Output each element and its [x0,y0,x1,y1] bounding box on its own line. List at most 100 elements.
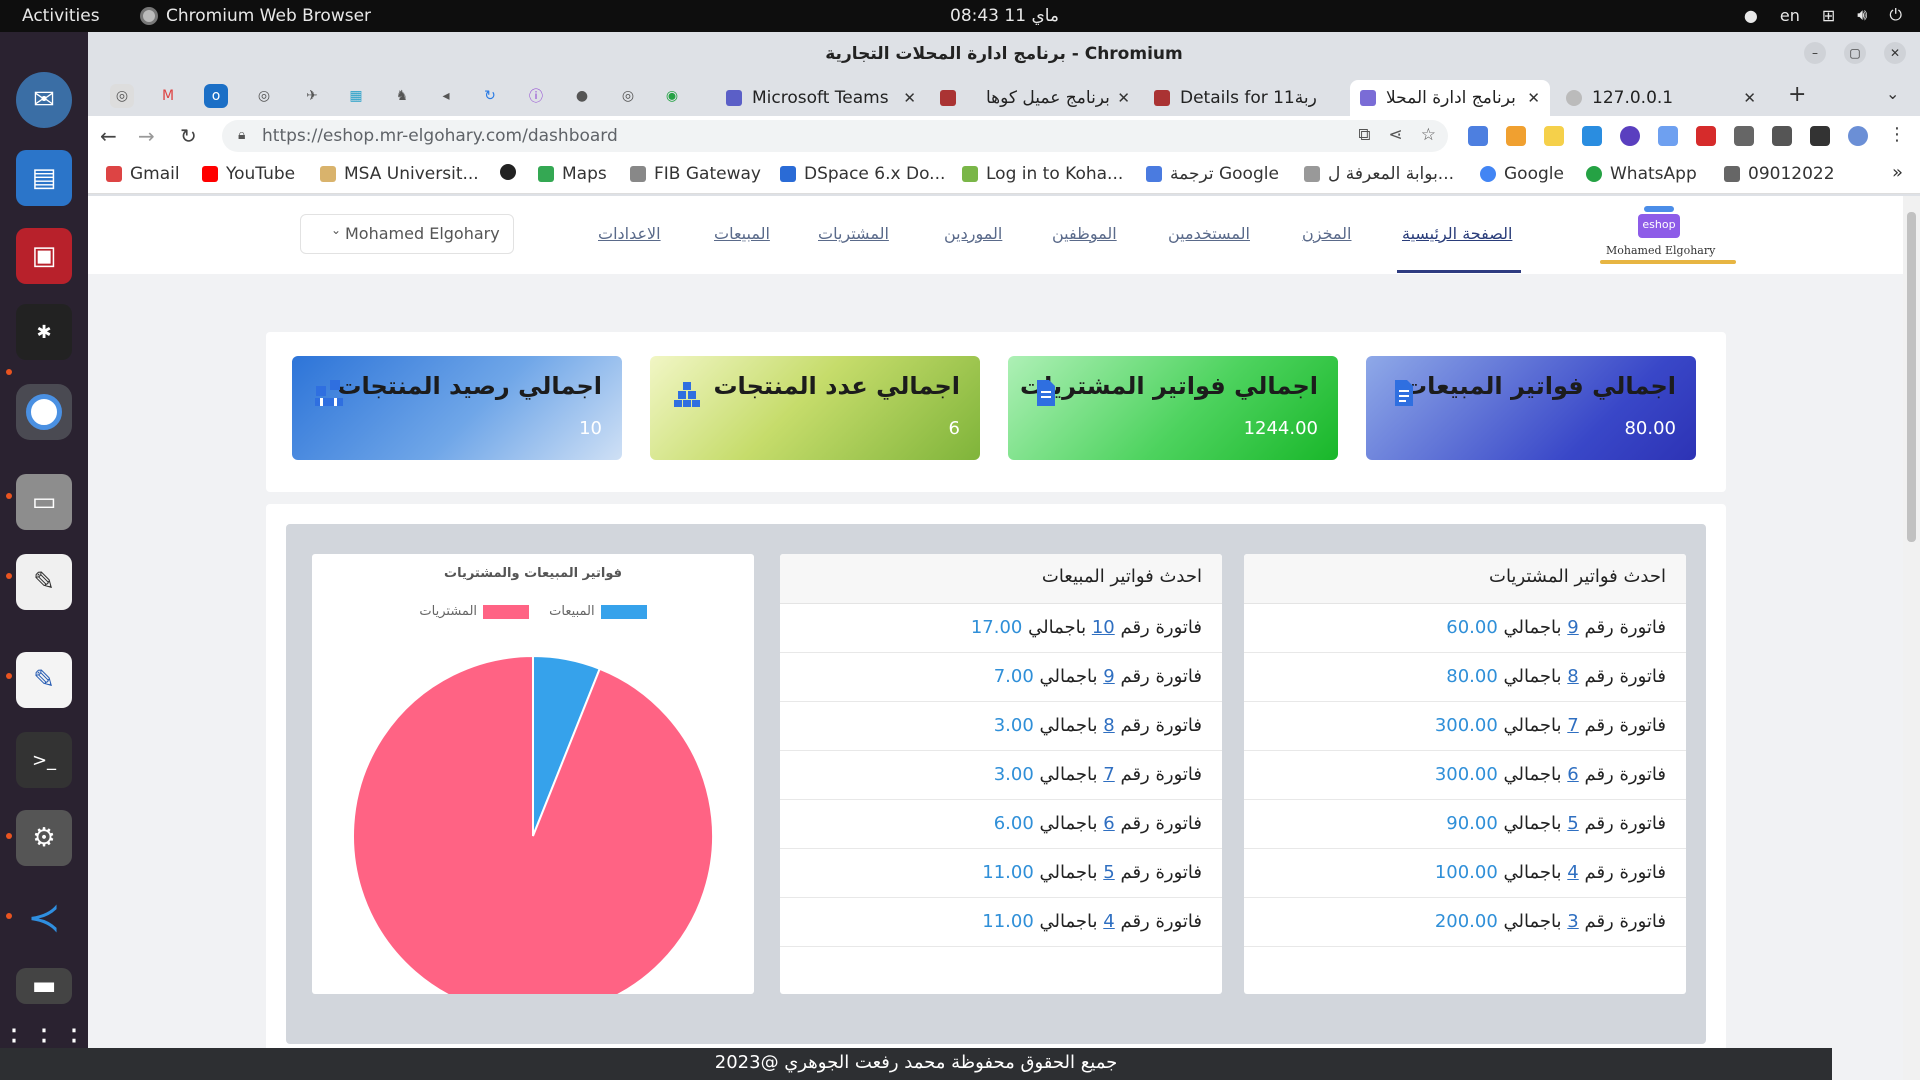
tab-eshop-active[interactable]: برنامج ادارة المحلا ✕ [1350,80,1550,116]
invoice-number-link[interactable]: 7 [1567,715,1578,736]
invoice-number-link[interactable]: 9 [1567,617,1578,638]
bookmark-youtube[interactable]: YouTube [202,164,295,184]
camel-tab-icon[interactable]: ♞ [390,84,414,108]
window-titlebar[interactable]: برنامج ادارة المحلات التجارية - Chromium… [88,32,1920,76]
gimp-icon[interactable]: ✎ [16,554,72,610]
invoice-number-link[interactable]: 10 [1092,617,1115,638]
document-viewer-icon[interactable]: ▤ [16,150,72,206]
page-scrollbar[interactable] [1903,196,1920,1080]
close-tab-icon[interactable]: ✕ [1527,89,1540,107]
text-editor-icon[interactable]: ✎ [16,652,72,708]
bookmark-whatsapp[interactable]: WhatsApp [1586,164,1697,184]
extension-vpn-icon[interactable] [1620,126,1640,146]
extension-pdf-icon[interactable] [1696,126,1716,146]
settings-app-icon[interactable]: ✱ [16,304,72,360]
scrollbar-thumb[interactable] [1907,212,1916,542]
files-icon[interactable]: ▭ [16,474,72,530]
bookmark-koha[interactable]: Log in to Koha... [962,164,1123,184]
extension-sync-icon[interactable] [1658,126,1678,146]
gmail-tab-icon[interactable]: M [156,84,180,108]
tab-search-chevron-icon[interactable]: ⌄ [1886,84,1899,103]
invoice-number-link[interactable]: 5 [1103,862,1114,883]
nav-warehouse[interactable]: المخزن [1302,224,1351,243]
card-product-count[interactable]: اجمالي عدد المنتجات 6 [650,356,980,460]
legend-item-purchases[interactable]: المشتريات [419,604,530,619]
invoice-number-link[interactable]: 8 [1567,666,1578,687]
bookmark-msa[interactable]: MSA Universit... [320,164,479,184]
profile-avatar-icon[interactable] [1848,126,1868,146]
minimize-icon[interactable]: – [1804,42,1826,64]
drive-icon[interactable]: ▬ [16,968,72,1004]
system-tray[interactable]: ● en ⊞ 🔊︎ ⏻ [1744,5,1902,25]
bookmark-dspace[interactable]: DSpace 6.x Do... [780,164,945,184]
invoice-number-link[interactable]: 5 [1567,813,1578,834]
bookmark-folder[interactable]: 09012022 [1724,164,1835,184]
extension-pen-icon[interactable] [1544,126,1564,146]
bookmark-fib[interactable]: FIB Gateway [630,164,761,184]
invoice-number-link[interactable]: 8 [1103,715,1114,736]
invoice-number-link[interactable]: 3 [1567,911,1578,932]
translate-icon[interactable]: ⧉ [1358,125,1370,145]
clock[interactable]: ماي 11 08:43 [950,6,1059,26]
new-tab-button[interactable]: + [1788,82,1806,107]
bookmark-star-icon[interactable]: ☆ [1421,125,1436,145]
legend-item-sales[interactable]: المبيعات [549,604,647,619]
invoice-number-link[interactable]: 6 [1567,764,1578,785]
bird-tab-icon[interactable]: ✈ [300,84,324,108]
extension-shield-icon[interactable] [1582,126,1602,146]
vscode-icon[interactable]: ≺ [16,890,72,946]
extension-rss-icon[interactable] [1506,126,1526,146]
pinned-tab-icon[interactable]: ◎ [110,84,134,108]
user-dropdown[interactable]: ⌄ Mohamed Elgohary [300,214,514,254]
input-language[interactable]: en [1780,6,1800,25]
nav-purchases[interactable]: المشتريات [818,224,889,243]
presentation-icon[interactable]: ▣ [16,228,72,284]
nav-suppliers[interactable]: الموردين [944,224,1002,243]
invoice-number-link[interactable]: 6 [1103,813,1114,834]
close-tab-icon[interactable]: ✕ [1117,89,1130,107]
extensions-puzzle-icon[interactable] [1734,126,1754,146]
invoice-number-link[interactable]: 4 [1567,862,1578,883]
bookmark-google-translate[interactable]: ترجمة Google [1146,164,1279,184]
bookmark-knowledge-portal[interactable]: بوابة المعرفة ل... [1304,164,1454,184]
terminal-icon[interactable]: >_ [16,732,72,788]
volume-icon[interactable]: 🔊︎ [1857,5,1867,25]
thunderbird-icon[interactable]: ✉ [16,72,72,128]
logo[interactable]: eshop Mohamed Elgohary [1600,200,1740,272]
tab-localhost[interactable]: 127.0.0.1 ✕ [1556,80,1766,116]
card-total-purchases[interactable]: اجمالي فواتير المشتريات 1244.00 [1008,356,1338,460]
usb-creator-icon[interactable]: ⚙ [16,810,72,866]
side-panel-icon[interactable] [1810,126,1830,146]
outlook-tab-icon[interactable]: o [204,84,228,108]
nav-home[interactable]: الصفحة الرئيسية [1402,224,1512,243]
invoice-number-link[interactable]: 4 [1103,911,1114,932]
bookmark-maps[interactable]: Maps [538,164,607,184]
close-tab-icon[interactable]: ✕ [903,89,916,107]
activities-button[interactable]: Activities [22,6,100,26]
bookmarks-overflow[interactable]: » [1892,162,1903,183]
whatsapp-tab-icon[interactable]: ◉ [660,84,684,108]
bookmark-github[interactable] [500,164,516,180]
maximize-icon[interactable]: ▢ [1844,42,1866,64]
reload-button[interactable]: ↻ [180,124,197,148]
menu-kebab-icon[interactable]: ⋮ [1888,124,1906,145]
invoice-number-link[interactable]: 9 [1103,666,1114,687]
forward-button[interactable]: → [138,124,155,148]
share-icon[interactable]: ⋖ [1389,125,1403,145]
speaker-tab-icon[interactable]: ◂ [434,84,458,108]
extension-translate-icon[interactable] [1468,126,1488,146]
nav-sales[interactable]: المبيعات [714,224,770,243]
network-icon[interactable]: ⊞ [1822,6,1835,25]
globe-tab-icon[interactable]: ◎ [252,84,276,108]
power-icon[interactable]: ⏻ [1889,5,1902,25]
card-product-stock[interactable]: اجمالي رصيد المنتجات 10 [292,356,622,460]
sync-tab-icon[interactable]: ↻ [478,84,502,108]
card-total-sales[interactable]: اجمالي فواتير المبيعات 80.00 [1366,356,1696,460]
close-window-icon[interactable]: ✕ [1884,42,1906,64]
bookmark-gmail[interactable]: Gmail [106,164,180,184]
reading-list-icon[interactable] [1772,126,1792,146]
record-icon[interactable]: ● [1744,6,1758,25]
grid-tab-icon[interactable]: ▦ [344,84,368,108]
bookmark-google[interactable]: Google [1480,164,1564,184]
address-bar[interactable]: 🔒︎ https://eshop.mr-elgohary.com/dashboa… [222,120,1448,152]
